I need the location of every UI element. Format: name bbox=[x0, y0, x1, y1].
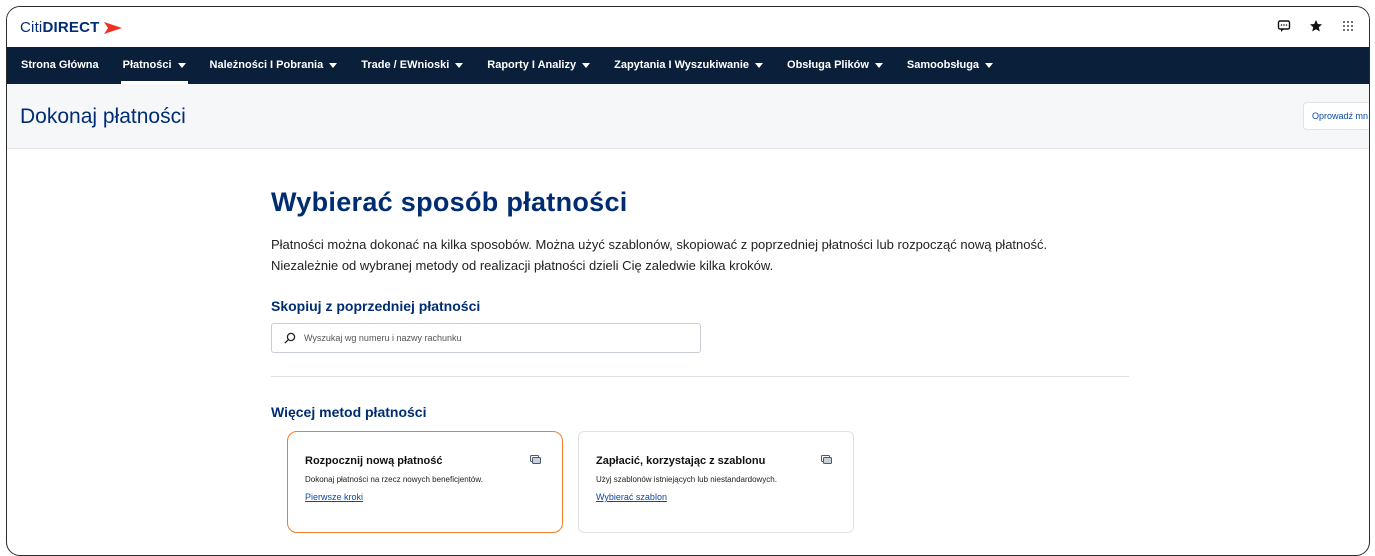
logo-direct-text: DIRECT bbox=[42, 19, 100, 36]
logo-citi-text: Citi bbox=[20, 19, 43, 36]
page-title: Dokonaj płatności bbox=[20, 105, 186, 128]
nav-label: Zapytania I Wyszukiwanie bbox=[614, 59, 750, 71]
nav-label: Należności I Pobrania bbox=[209, 59, 324, 71]
top-icons bbox=[1277, 19, 1355, 33]
caret-down-icon bbox=[755, 63, 764, 68]
nav-item-home[interactable]: Strona Główna bbox=[7, 47, 111, 84]
nav-label: Płatności bbox=[122, 59, 172, 71]
caret-down-icon bbox=[582, 63, 591, 68]
template-payment-card[interactable]: Zapłacić, korzystając z szablonu Użyj sz… bbox=[578, 431, 854, 533]
nav-item-files[interactable]: Obsługa Plików bbox=[775, 47, 895, 84]
choose-template-link[interactable]: Wybierać szablon bbox=[596, 492, 667, 502]
citidirect-logo[interactable]: Citi DIRECT bbox=[20, 19, 124, 36]
nav-item-self-service[interactable]: Samoobsługa bbox=[895, 47, 1005, 84]
intro-line-2: Niezależnie od wybranej metody od realiz… bbox=[271, 258, 774, 273]
nav-item-inquiries[interactable]: Zapytania I Wyszukiwanie bbox=[602, 47, 775, 84]
section-divider bbox=[271, 376, 1129, 377]
guide-button[interactable]: Oprowadź mn bbox=[1303, 102, 1369, 130]
nav-item-payments[interactable]: Płatności bbox=[111, 47, 198, 84]
main-navigation: Strona Główna Płatności Należności I Pob… bbox=[7, 47, 1369, 84]
top-bar: Citi DIRECT bbox=[7, 7, 1369, 47]
search-icon bbox=[284, 332, 296, 344]
apps-grid-icon[interactable] bbox=[1341, 19, 1355, 33]
nav-label: Samoobsługa bbox=[906, 59, 980, 71]
nav-label: Raporty I Analizy bbox=[487, 59, 577, 71]
card-description: Użyj szablonów istniejących lub niestand… bbox=[596, 475, 777, 484]
card-title: Rozpocznij nową płatność bbox=[305, 455, 443, 467]
nav-label: Trade / EWnioski bbox=[361, 59, 450, 71]
chat-icon[interactable] bbox=[1277, 19, 1291, 33]
caret-down-icon bbox=[874, 63, 883, 68]
caret-down-icon bbox=[329, 63, 338, 68]
message-icon bbox=[530, 455, 541, 464]
page-header: Dokonaj płatności Oprowadź mn bbox=[7, 84, 1369, 149]
first-steps-link[interactable]: Pierwsze kroki bbox=[305, 492, 363, 502]
nav-item-receivables[interactable]: Należności I Pobrania bbox=[198, 47, 350, 84]
card-title: Zapłacić, korzystając z szablonu bbox=[596, 455, 766, 467]
nav-item-trade[interactable]: Trade / EWnioski bbox=[349, 47, 475, 84]
message-icon bbox=[821, 455, 832, 464]
main-heading: Wybierać sposób płatności bbox=[271, 187, 628, 217]
account-search[interactable] bbox=[271, 323, 701, 353]
more-methods-heading: Więcej metod płatności bbox=[271, 404, 427, 420]
nav-label: Obsługa Plików bbox=[787, 59, 869, 71]
copy-section-heading: Skopiuj z poprzedniej płatności bbox=[271, 298, 481, 314]
intro-line-1: Płatności można dokonać na kilka sposobó… bbox=[271, 237, 1048, 252]
nav-item-reports[interactable]: Raporty I Analizy bbox=[475, 47, 602, 84]
caret-down-icon bbox=[985, 63, 994, 68]
browser-frame: Citi DIRECT Strona Główna Płatności Nale… bbox=[6, 6, 1370, 556]
caret-down-icon bbox=[177, 63, 186, 68]
card-description: Dokonaj płatności na rzecz nowych benefi… bbox=[305, 475, 483, 484]
payment-method-content: Wybierać sposób płatności Płatności możn… bbox=[271, 187, 1131, 533]
intro-text: Płatności można dokonać na kilka sposobó… bbox=[271, 234, 1131, 276]
caret-down-icon bbox=[455, 63, 464, 68]
logo-arrow-icon bbox=[103, 21, 122, 34]
star-icon[interactable] bbox=[1309, 19, 1323, 33]
account-search-input[interactable] bbox=[302, 327, 686, 349]
nav-label: Strona Główna bbox=[21, 59, 99, 71]
new-payment-card[interactable]: Rozpocznij nową płatność Dokonaj płatnoś… bbox=[287, 431, 563, 533]
